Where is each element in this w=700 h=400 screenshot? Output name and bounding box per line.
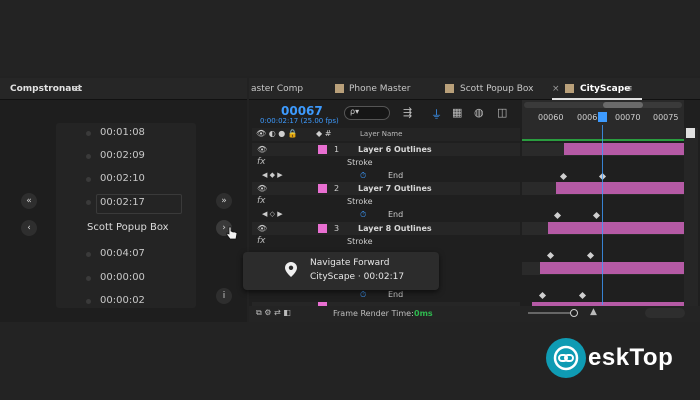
layer-duration-bar[interactable] <box>564 143 684 155</box>
effects-icon[interactable]: fx <box>257 157 266 167</box>
layer-duration-bar[interactable] <box>548 222 684 234</box>
list-bullet <box>86 200 91 205</box>
list-bullet <box>86 154 91 159</box>
tab-phone-master[interactable]: Phone Master <box>349 84 410 94</box>
list-bullet <box>86 252 91 257</box>
zoom-in-icon[interactable]: ▲ <box>590 307 597 317</box>
info-button[interactable]: i <box>216 288 232 304</box>
layer-number: 3 <box>334 224 340 233</box>
layer-number: 1 <box>334 145 340 154</box>
tab-color-swatch <box>335 84 344 93</box>
tab-menu-icon[interactable]: ≡ <box>625 84 633 94</box>
eye-icon[interactable]: 👁 <box>257 145 267 154</box>
current-comp-label: Scott Popup Box <box>87 222 169 233</box>
list-item[interactable]: 00:00:00 <box>100 272 145 283</box>
effects-icon[interactable]: fx <box>257 196 266 206</box>
list-item[interactable]: 00:04:07 <box>100 248 145 259</box>
timecode-detail: 0:00:02:17 (25.00 fps) <box>260 117 339 125</box>
close-icon[interactable]: × <box>552 84 560 94</box>
layer-name-column[interactable]: Layer Name <box>360 130 402 138</box>
jump-first-button[interactable]: « <box>21 193 37 209</box>
stopwatch-icon[interactable]: ⏱ <box>360 171 366 181</box>
hamburger-icon[interactable]: ≡ <box>72 82 81 95</box>
frame-render-time-value: 0ms <box>414 309 433 318</box>
list-item[interactable]: 00:02:10 <box>100 173 145 184</box>
label-color-swatch[interactable] <box>318 145 327 154</box>
eye-icon[interactable]: 👁 <box>257 224 267 233</box>
layer-duration-bar[interactable] <box>556 182 684 194</box>
tooltip-detail: CityScape · 00:02:17 <box>310 272 405 282</box>
shy-layers-icon[interactable]: ⏚ <box>431 106 442 122</box>
tab-color-swatch <box>445 84 454 93</box>
layer-name[interactable]: Layer 7 Outlines <box>358 184 432 193</box>
tab-master-comp[interactable]: aster Comp <box>251 84 303 94</box>
property-name[interactable]: End <box>388 171 403 180</box>
list-item-selected[interactable]: 00:02:17 <box>100 197 145 208</box>
frame-blending-icon[interactable]: ▦ <box>452 106 462 119</box>
top-band <box>0 0 700 76</box>
current-timecode[interactable]: 00067 <box>281 104 323 118</box>
timeline-scrollbar[interactable] <box>684 128 698 308</box>
eye-icon[interactable]: 👁 <box>257 184 267 193</box>
tab-cityscape[interactable]: CityScape <box>580 84 630 94</box>
list-item[interactable]: 00:01:08 <box>100 127 145 138</box>
layer-name[interactable]: Layer 6 Outlines <box>358 145 432 154</box>
property-group[interactable]: Stroke <box>347 237 373 246</box>
label-color-swatch[interactable] <box>318 184 327 193</box>
property-group[interactable]: Stroke <box>347 197 373 206</box>
list-item[interactable]: 00:00:02 <box>100 295 145 306</box>
navigator-bar[interactable] <box>645 308 685 318</box>
property-track <box>522 156 684 169</box>
layer-number: 2 <box>334 184 340 193</box>
zoom-slider-thumb[interactable] <box>570 309 578 317</box>
list-item[interactable]: 00:02:09 <box>100 150 145 161</box>
property-name[interactable]: End <box>388 210 403 219</box>
zoom-range-handle[interactable] <box>603 102 643 108</box>
hand-cursor-icon <box>226 226 238 240</box>
list-bullet <box>86 276 91 281</box>
visibility-column-icon: 👁 ◐ ● 🔒 <box>256 129 298 138</box>
list-bullet <box>86 299 91 304</box>
scroll-thumb[interactable] <box>686 128 695 138</box>
label-color-swatch[interactable] <box>318 224 327 233</box>
property-name[interactable]: End <box>388 290 403 299</box>
list-bullet <box>86 131 91 136</box>
property-group[interactable]: Stroke <box>347 158 373 167</box>
effects-icon[interactable]: fx <box>257 236 266 246</box>
tab-color-swatch <box>565 84 574 93</box>
stopwatch-icon[interactable]: ⏱ <box>360 290 366 300</box>
tooltip-title: Navigate Forward <box>310 258 390 268</box>
keyframe-nav-icon[interactable]: ◀ ◆ ▶ <box>262 171 283 179</box>
footer-toggle-icons[interactable]: ⧉ ⚙ ⇄ ◧ <box>256 308 291 318</box>
work-area-bar[interactable] <box>522 139 684 141</box>
label-column-icon: ◆ # <box>316 129 332 138</box>
ruler-tick-label: 00070 <box>615 113 641 122</box>
playhead-handle[interactable] <box>598 112 607 122</box>
location-pin-icon <box>285 262 297 277</box>
tab-scott-popup-box[interactable]: Scott Popup Box <box>460 84 533 94</box>
search-icon: ρ▾ <box>350 107 360 116</box>
current-time-indicator[interactable] <box>602 125 603 305</box>
layer-name[interactable]: Layer 8 Outlines <box>358 224 432 233</box>
motion-blur-icon[interactable]: ◍ <box>474 106 484 119</box>
navigate-back-button[interactable]: ‹ <box>21 220 37 236</box>
frame-render-time-label: Frame Render Time: <box>333 309 414 318</box>
layer-duration-bar[interactable] <box>540 262 684 274</box>
list-bullet <box>86 177 91 182</box>
watermark-text: eskTop <box>588 344 674 371</box>
watermark-link-icon <box>553 345 579 371</box>
ruler-tick-label: 00075 <box>653 113 679 122</box>
graph-editor-icon[interactable]: ◫ <box>497 106 507 119</box>
timeline-footer <box>249 306 700 322</box>
jump-last-button[interactable]: » <box>216 193 232 209</box>
stopwatch-icon[interactable]: ⏱ <box>360 210 366 220</box>
keyframe-nav-icon[interactable]: ◀ ◇ ▶ <box>262 210 283 218</box>
comp-flowchart-icon[interactable]: ⇶ <box>403 106 412 119</box>
ruler-tick-label: 00060 <box>538 113 564 122</box>
